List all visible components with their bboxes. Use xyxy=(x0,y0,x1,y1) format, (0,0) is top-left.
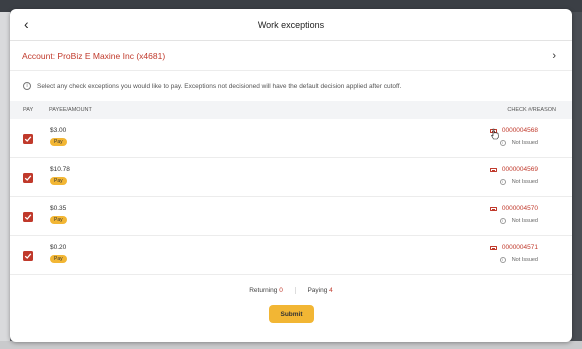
check-number-link[interactable]: 0000004569 xyxy=(489,166,538,173)
check-number: 0000004568 xyxy=(501,127,538,134)
table-row: $0.35 Pay 0000004570 i Not Issued xyxy=(10,197,572,236)
modal-header: ‹ Work exceptions xyxy=(10,9,572,41)
submit-button[interactable]: Submit xyxy=(269,305,314,323)
check-number: 0000004571 xyxy=(501,244,538,251)
reason-status: i Not Issued xyxy=(499,179,538,185)
check-number-link[interactable]: 0000004570 xyxy=(489,205,538,212)
hand-pointer-icon xyxy=(491,128,499,140)
returning-label: Returning xyxy=(249,287,278,295)
background-left xyxy=(0,12,10,349)
pay-badge: Pay xyxy=(50,216,67,224)
page-title: Work exceptions xyxy=(257,19,325,30)
check-number: 0000004569 xyxy=(501,166,538,173)
account-selector[interactable]: Account: ProBiz E Maxine Inc (x4681) › xyxy=(10,41,572,71)
info-icon: i xyxy=(499,179,506,185)
summary-divider xyxy=(294,287,296,294)
reason-status: i Not Issued xyxy=(499,140,538,146)
reason-status: i Not Issued xyxy=(499,257,538,263)
payee-amount: $3.00 xyxy=(50,127,67,134)
work-exceptions-modal: ‹ Work exceptions Account: ProBiz E Maxi… xyxy=(10,9,572,342)
background-bottom xyxy=(0,341,582,349)
back-icon[interactable]: ‹ xyxy=(24,17,29,31)
reason-text: Not Issued xyxy=(511,257,538,263)
pay-checkbox[interactable] xyxy=(23,173,33,183)
pay-badge: Pay xyxy=(50,255,67,263)
column-pay: PAY xyxy=(23,107,34,113)
chevron-right-icon: › xyxy=(552,49,556,62)
notice-text: Select any check exceptions you would li… xyxy=(37,82,402,90)
pay-checkbox[interactable] xyxy=(23,134,33,144)
table-row: $10.78 Pay 0000004569 i Not Issued xyxy=(10,158,572,197)
payee-amount: $0.35 xyxy=(50,205,67,212)
info-icon: i xyxy=(499,140,506,146)
payee-amount: $10.78 xyxy=(50,166,70,173)
check-icon xyxy=(489,245,497,250)
pay-checkbox[interactable] xyxy=(23,251,33,261)
decision-summary: Returning 0 Paying 4 xyxy=(10,287,572,294)
returning-count: 0 xyxy=(279,287,283,295)
info-icon: i xyxy=(499,218,506,224)
reason-text: Not Issued xyxy=(511,218,538,224)
check-number-link[interactable]: 0000004571 xyxy=(489,244,538,251)
paying-label: Paying xyxy=(307,287,328,295)
reason-text: Not Issued xyxy=(511,140,538,146)
column-check-reason: CHECK #/REASON xyxy=(507,107,556,113)
table-row: $0.20 Pay 0000004571 i Not Issued xyxy=(10,236,572,275)
reason-status: i Not Issued xyxy=(499,218,538,224)
check-icon xyxy=(489,206,497,211)
column-payee-amount: PAYEE/AMOUNT xyxy=(49,107,92,113)
paying-count: 4 xyxy=(329,287,333,295)
table-row: $3.00 Pay 0000004568 i Not Issued xyxy=(10,119,572,158)
table-header: PAY PAYEE/AMOUNT CHECK #/REASON xyxy=(10,101,572,119)
account-label: Account: ProBiz E Maxine Inc (x4681) xyxy=(22,50,166,61)
info-icon: i xyxy=(499,257,506,263)
instructions-notice: i Select any check exceptions you would … xyxy=(10,71,572,101)
check-icon xyxy=(489,167,497,172)
payee-amount: $0.20 xyxy=(50,244,67,251)
reason-text: Not Issued xyxy=(511,179,538,185)
info-icon: i xyxy=(23,82,31,90)
pay-badge: Pay xyxy=(50,138,67,146)
pay-checkbox[interactable] xyxy=(23,212,33,222)
pay-badge: Pay xyxy=(50,177,67,185)
check-number: 0000004570 xyxy=(501,205,538,212)
